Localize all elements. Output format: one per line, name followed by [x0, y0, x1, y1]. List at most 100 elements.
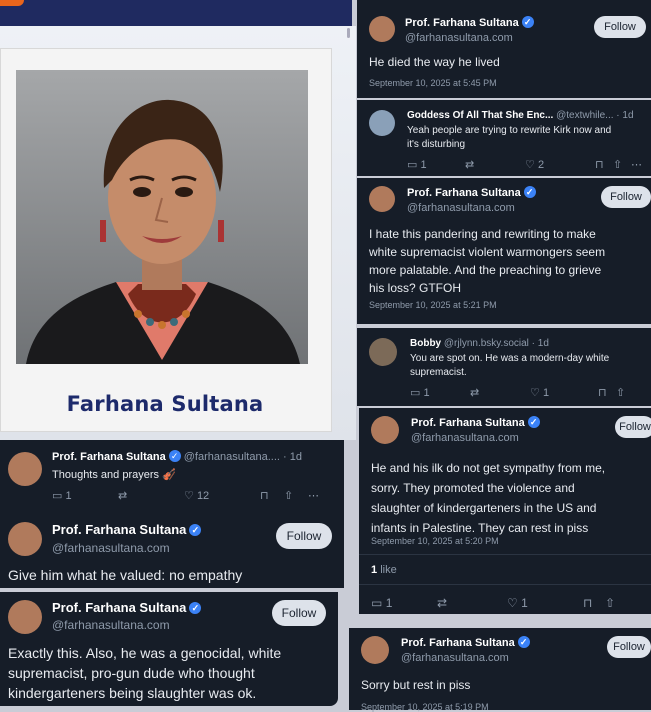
author-handle[interactable]: @rjlynn.bsky.social	[444, 338, 529, 349]
more-icon[interactable]: ⋯	[308, 489, 319, 502]
post-timestamp[interactable]: September 10, 2025 at 5:45 PM	[369, 78, 497, 88]
repost-icon[interactable]: ⇄	[470, 386, 530, 399]
post-timestamp[interactable]: September 10, 2025 at 5:21 PM	[369, 300, 497, 310]
author-handle[interactable]: @farhanasultana.com	[411, 432, 519, 444]
profile-photo	[16, 70, 308, 364]
reply-button[interactable]: ▭ 1	[52, 489, 118, 503]
repost-icon[interactable]: ⇄	[465, 158, 525, 171]
avatar[interactable]	[361, 636, 389, 664]
author-handle[interactable]: @farhanasultana.com	[52, 618, 170, 632]
divider	[359, 584, 651, 585]
follow-button[interactable]: Follow	[276, 523, 332, 549]
follow-button[interactable]: Follow	[607, 636, 651, 658]
reply-count: 1	[423, 386, 430, 399]
heart-icon: ♡	[525, 159, 535, 171]
post-card-left-2[interactable]: Prof. Farhana Sultana ✓ @farhanasultana.c…	[0, 512, 344, 588]
reply-text: Thoughts and prayers 🎻	[52, 469, 176, 481]
author-handle[interactable]: @farhanasultana.com	[407, 202, 515, 214]
post-timestamp[interactable]: September 10, 2025 at 5:20 PM	[371, 536, 499, 546]
repost-icon[interactable]: ⇄	[437, 596, 507, 610]
like-button[interactable]: ♡ 1	[507, 596, 583, 610]
author-handle[interactable]: @farhanasultana.com	[405, 32, 513, 44]
reply-text-line: Yeah people are trying to rewrite Kirk n…	[407, 125, 612, 136]
avatar[interactable]	[369, 338, 397, 366]
author-name[interactable]: Prof. Farhana Sultana	[52, 600, 186, 615]
reply-card-1[interactable]: Goddess Of All That She Enc... @textwhil…	[357, 100, 651, 176]
post-card-3[interactable]: Prof. Farhana Sultana ✓ @farhanasultana.c…	[359, 408, 651, 614]
share-icon[interactable]: ⇧	[616, 386, 634, 399]
author-name[interactable]: Bobby	[410, 338, 441, 349]
avatar[interactable]	[369, 110, 395, 136]
author-name[interactable]: Prof. Farhana Sultana	[52, 522, 186, 537]
reply-icon: ▭	[410, 387, 421, 399]
avatar[interactable]	[8, 600, 42, 634]
author-name[interactable]: Prof. Farhana Sultana	[407, 187, 521, 199]
verified-badge-icon: ✓	[521, 16, 534, 28]
author-handle[interactable]: @farhanasultana....	[184, 451, 280, 463]
reply-text-line: You are spot on. He was a modern-day whi…	[410, 353, 610, 364]
author-handle[interactable]: @textwhile...	[556, 110, 613, 121]
share-icon[interactable]: ⇧	[284, 489, 308, 502]
post-text: Sorry but rest in piss	[361, 678, 471, 692]
heart-icon: ♡	[530, 387, 540, 399]
post-card-left-3[interactable]: Prof. Farhana Sultana ✓ @farhanasultana.c…	[0, 592, 338, 706]
author-name[interactable]: Goddess Of All That She Enc...	[407, 110, 553, 121]
heart-icon: ♡	[184, 490, 194, 502]
verified-badge-icon: ✓	[523, 186, 536, 198]
post-text: He died the way he lived	[369, 55, 500, 69]
bookmark-icon[interactable]: ⊓	[595, 158, 613, 171]
bookmark-icon[interactable]: ⊓	[583, 596, 605, 610]
like-button[interactable]: ♡ 12	[184, 489, 260, 503]
verified-badge-icon: ✓	[517, 636, 530, 648]
share-icon[interactable]: ⇧	[605, 596, 625, 610]
post-age: · 1d	[283, 451, 302, 463]
author-name[interactable]: Prof. Farhana Sultana	[411, 417, 525, 429]
like-button[interactable]: ♡ 2	[525, 158, 595, 172]
share-icon[interactable]: ⇧	[613, 158, 631, 171]
scrollbar-thumb[interactable]	[347, 28, 350, 38]
like-count: 2	[537, 158, 545, 171]
post-timestamp[interactable]: September 10, 2025 at 5:19 PM	[361, 702, 489, 712]
bookmark-icon[interactable]: ⊓	[598, 386, 616, 399]
post-text-line: more palatable. And the preaching to gri…	[369, 263, 602, 277]
follow-button[interactable]: Follow	[615, 416, 651, 438]
action-bar: ▭ 1 ⇄ ♡ 1 ⊓ ⇧	[371, 596, 651, 610]
author-handle[interactable]: @farhanasultana.com	[52, 541, 170, 555]
reply-count: 1	[385, 596, 393, 610]
avatar[interactable]	[8, 522, 42, 556]
like-button[interactable]: ♡ 1	[530, 386, 598, 400]
avatar[interactable]	[369, 16, 395, 42]
author-handle[interactable]: @farhanasultana.com	[401, 652, 509, 664]
follow-button[interactable]: Follow	[601, 186, 651, 208]
post-card-4[interactable]: Prof. Farhana Sultana ✓ @farhanasultana.c…	[349, 628, 651, 712]
post-text-line: He and his ilk do not get sympathy from …	[371, 461, 606, 475]
bookmark-icon[interactable]: ⊓	[260, 489, 284, 502]
author-name[interactable]: Prof. Farhana Sultana	[401, 637, 515, 649]
reply-card-left-1[interactable]: Prof. Farhana Sultana ✓ @farhanasultana..…	[0, 440, 344, 512]
reply-icon: ▭	[371, 596, 383, 610]
like-count: 12	[196, 489, 210, 502]
reply-card-2[interactable]: Bobby @rjlynn.bsky.social · 1d You are s…	[357, 328, 651, 406]
post-card-2[interactable]: Prof. Farhana Sultana ✓ @farhanasultana.c…	[357, 178, 651, 324]
action-bar: ▭ 1 ⇄ ♡ 2 ⊓ ⇧ ⋯	[407, 158, 647, 172]
author-name[interactable]: Prof. Farhana Sultana	[52, 451, 166, 463]
avatar[interactable]	[371, 416, 399, 444]
repost-icon[interactable]: ⇄	[118, 489, 184, 502]
action-bar: ▭ 1 ⇄ ♡ 12 ⊓ ⇧ ⋯	[52, 489, 336, 503]
post-card-1[interactable]: Prof. Farhana Sultana ✓ @farhanasultana.c…	[357, 0, 651, 98]
more-icon[interactable]: ⋯	[631, 158, 642, 171]
avatar[interactable]	[8, 452, 42, 486]
like-summary[interactable]: 1 like	[371, 564, 397, 576]
follow-button[interactable]: Follow	[594, 16, 646, 38]
reply-text-line: supremacist.	[410, 367, 467, 378]
follow-button[interactable]: Follow	[272, 600, 326, 626]
reply-button[interactable]: ▭ 1	[407, 158, 465, 172]
like-count: 1	[521, 596, 528, 610]
post-text: Exactly this. Also, he was a genocidal, …	[8, 643, 281, 703]
post-text: He and his ilk do not get sympathy from …	[371, 458, 605, 538]
reply-button[interactable]: ▭ 1	[371, 596, 437, 610]
verified-badge-icon: ✓	[168, 450, 181, 462]
reply-button[interactable]: ▭ 1	[410, 386, 470, 400]
author-name[interactable]: Prof. Farhana Sultana	[405, 17, 519, 29]
avatar[interactable]	[369, 186, 395, 212]
